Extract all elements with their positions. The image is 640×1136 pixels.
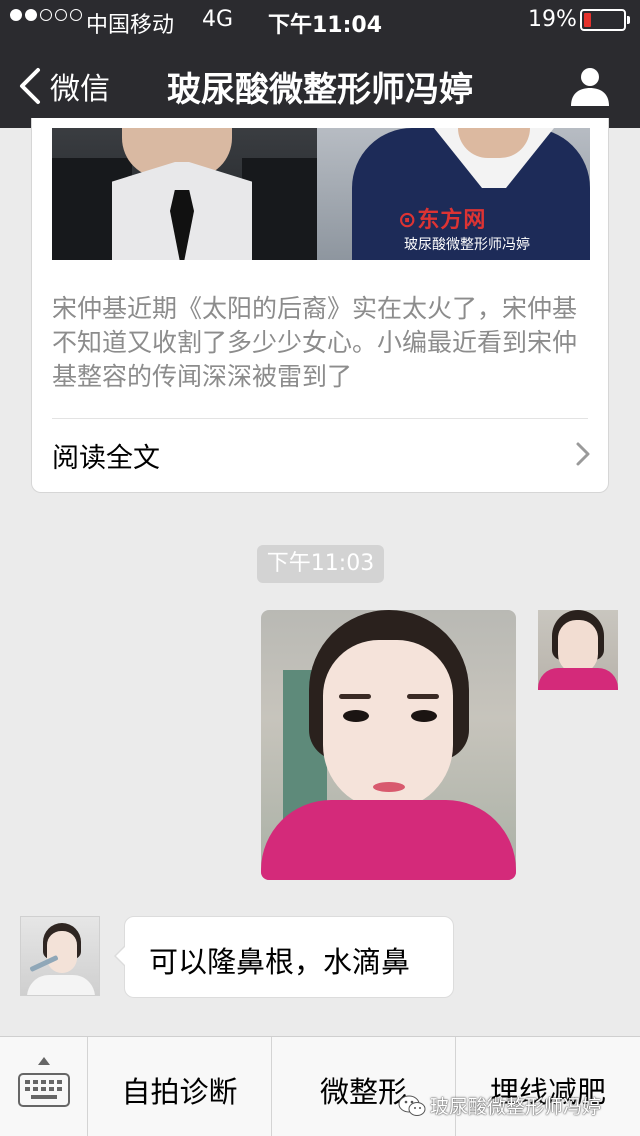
menu-item-selfie-diagnosis[interactable]: 自拍诊断 xyxy=(88,1037,272,1136)
cover-watermark-text: 玻尿酸微整形师冯婷 xyxy=(404,237,530,253)
menu-item-thread-slimming[interactable]: 埋线减肥 xyxy=(456,1037,640,1136)
chevron-right-icon xyxy=(576,442,590,466)
keyboard-icon xyxy=(18,1073,70,1107)
read-more-link[interactable]: 阅读全文 xyxy=(52,432,592,476)
network-type: 4G xyxy=(202,7,234,32)
nav-bar: 微信 玻尿酸微整形师冯婷 xyxy=(0,40,640,128)
incoming-message-text: 可以隆鼻根，水滴鼻 xyxy=(149,945,411,979)
person-icon[interactable] xyxy=(568,64,612,108)
card-divider xyxy=(52,418,588,419)
wechat-watermark: 玻尿酸微整形师冯婷 xyxy=(398,1092,601,1119)
cover-watermark-logo: ⊙东方网 xyxy=(398,208,487,233)
caret-up-icon xyxy=(38,1057,50,1065)
bottom-menu-bar: 自拍诊断 微整形 埋线减肥 xyxy=(0,1036,640,1136)
menu-item-label: 自拍诊断 xyxy=(121,1075,238,1109)
article-card[interactable]: ⊙东方网 玻尿酸微整形师冯婷 宋仲基近期《太阳的后裔》实在太火了，宋仲基不知道又… xyxy=(31,118,609,493)
sender-avatar[interactable] xyxy=(20,916,100,996)
chat-title: 玻尿酸微整形师冯婷 xyxy=(167,70,473,110)
watermark-text: 玻尿酸微整形师冯婷 xyxy=(430,1096,602,1118)
article-description: 宋仲基近期《太阳的后裔》实在太火了，宋仲基不知道又收割了多少少女心。小编最近看到… xyxy=(52,294,578,391)
read-more-label: 阅读全文 xyxy=(52,443,160,474)
signal-strength-icon xyxy=(10,9,82,21)
message-timestamp: 下午11:03 xyxy=(257,545,384,583)
keyboard-toggle-button[interactable] xyxy=(0,1037,88,1136)
self-avatar[interactable] xyxy=(538,610,618,690)
incoming-message-bubble[interactable]: 可以隆鼻根，水滴鼻 xyxy=(114,916,454,998)
menu-item-micro-plastic[interactable]: 微整形 xyxy=(272,1037,456,1136)
status-bar: 中国移动 4G 下午11:04 19% xyxy=(0,0,640,40)
battery-percent: 19% xyxy=(528,7,577,32)
wechat-logo-icon xyxy=(398,1095,426,1116)
status-time: 下午11:04 xyxy=(268,13,383,38)
article-cover-image: ⊙东方网 玻尿酸微整形师冯婷 xyxy=(52,128,590,260)
battery-icon xyxy=(580,9,630,31)
sent-photo-message[interactable] xyxy=(261,610,516,880)
carrier-name: 中国移动 xyxy=(86,13,175,38)
